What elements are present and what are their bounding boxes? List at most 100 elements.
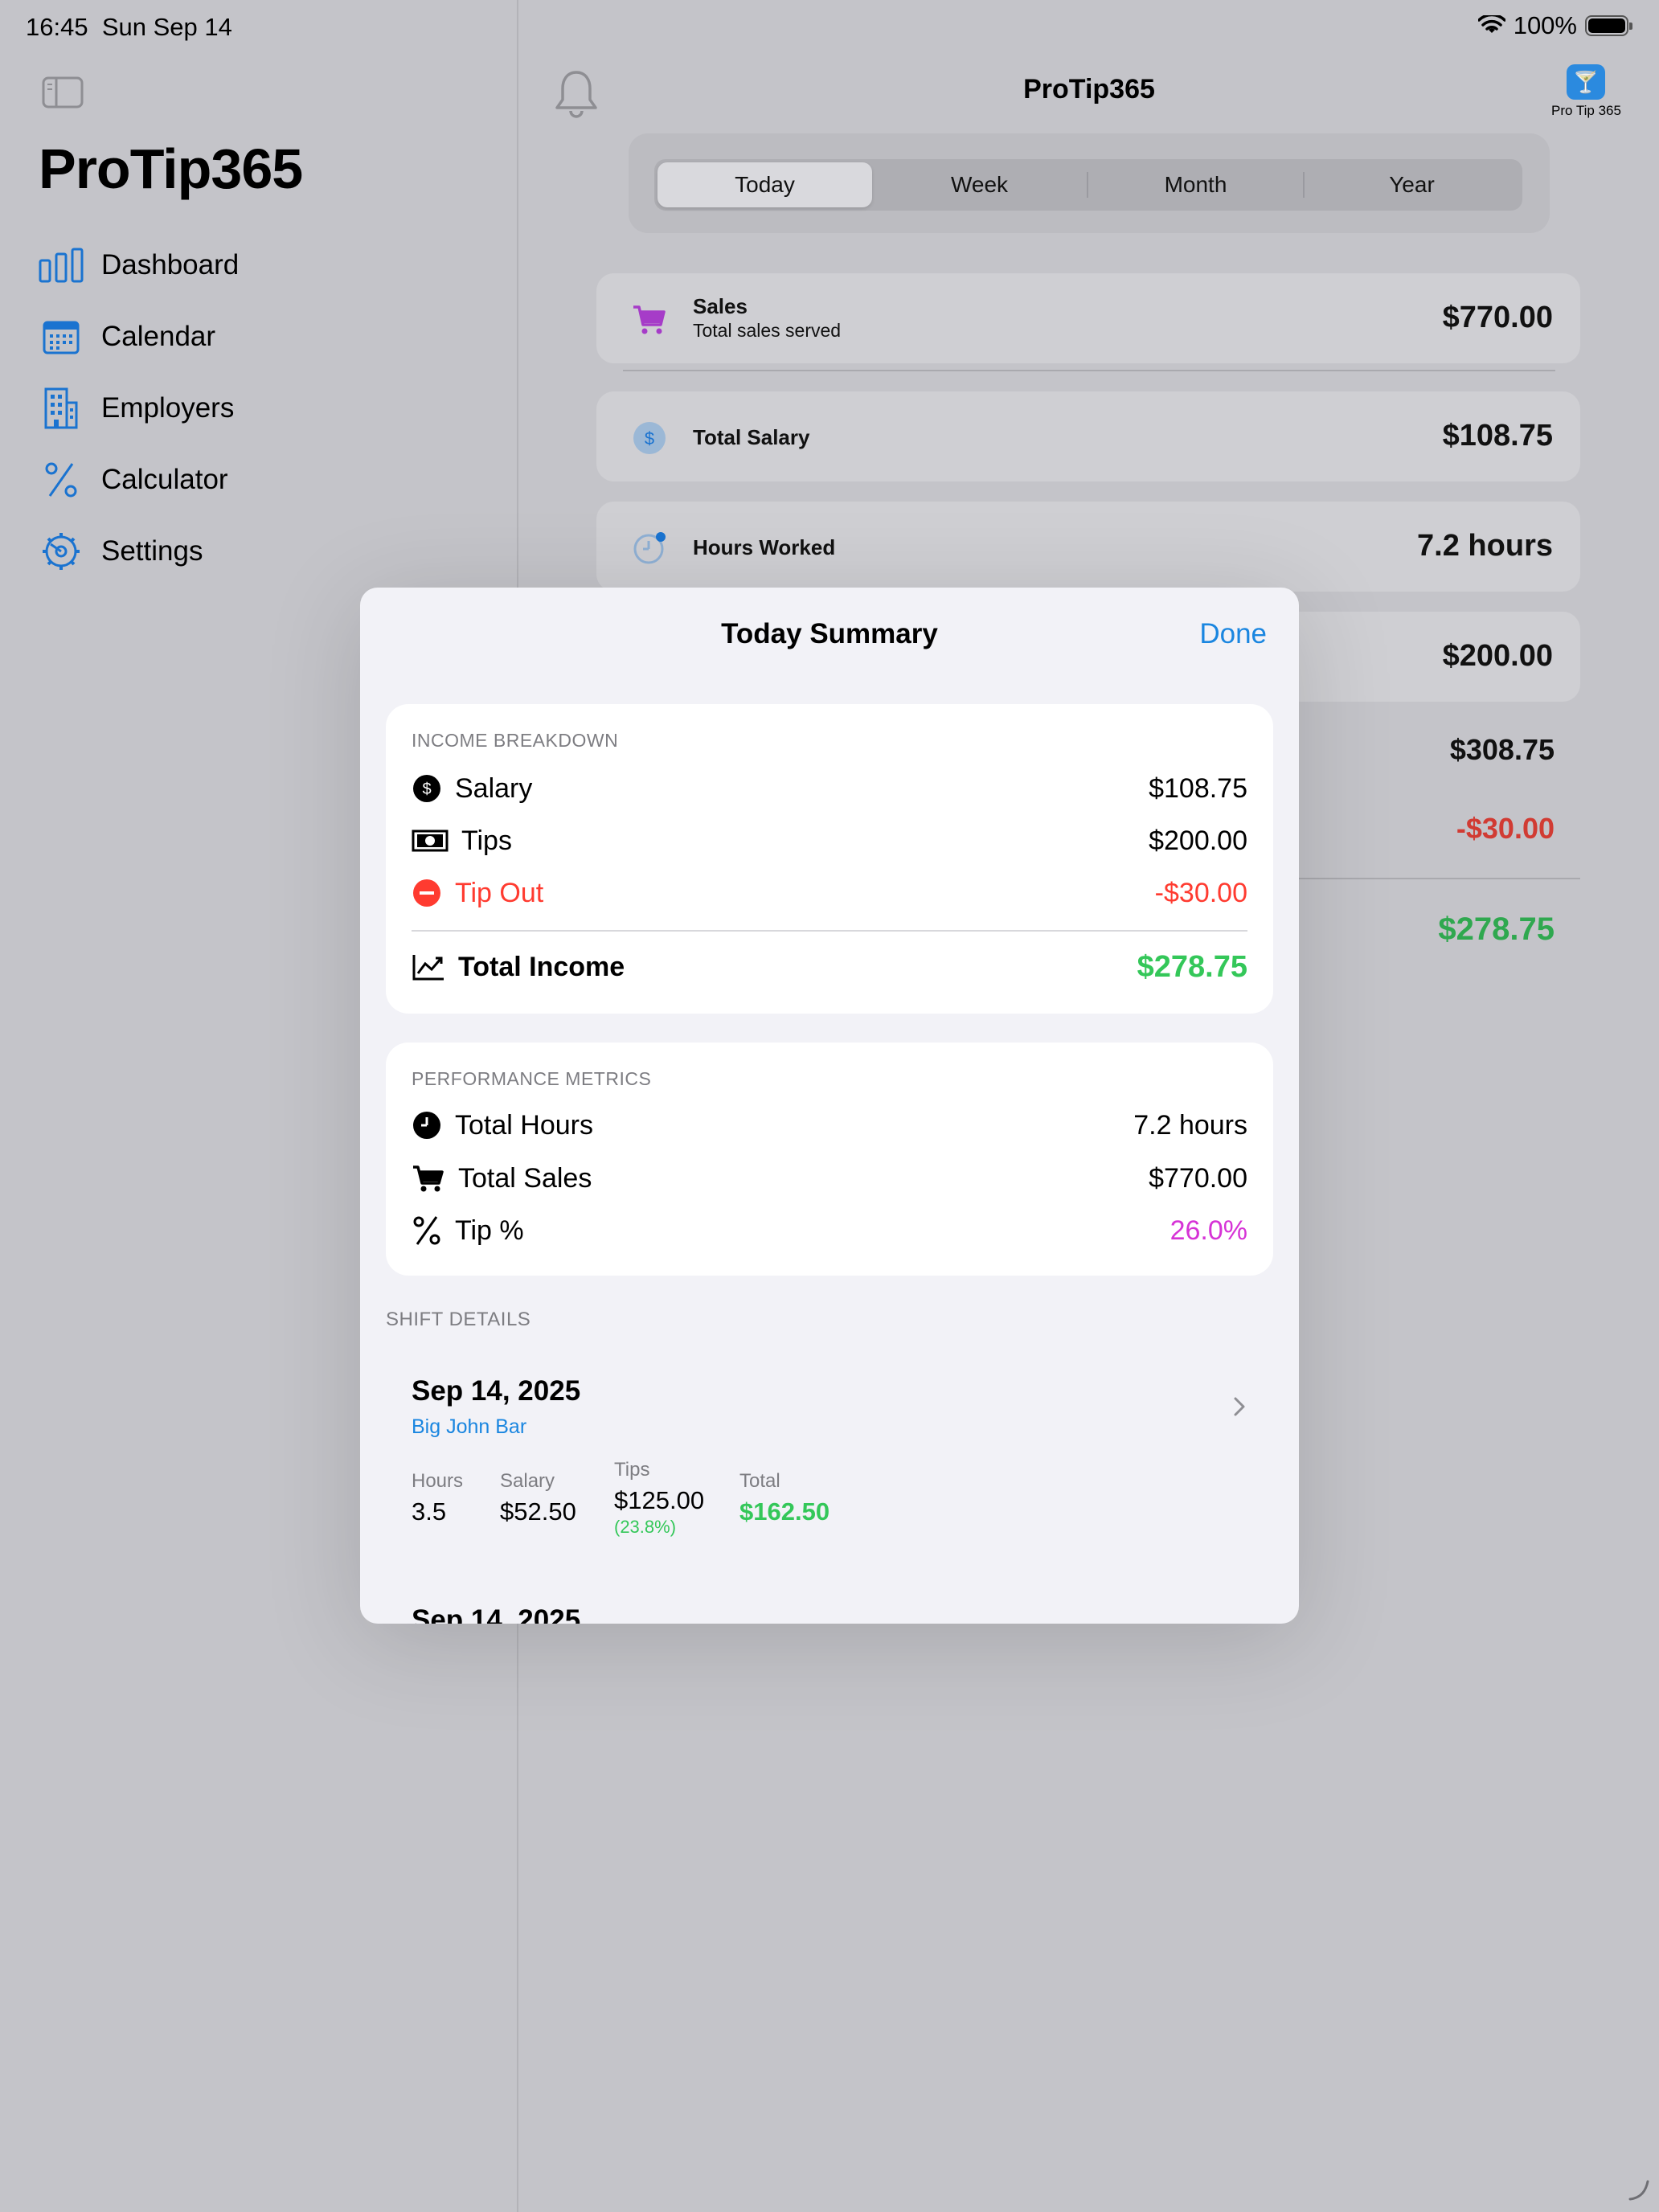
sales-card[interactable]: Sales Total sales served $770.00 (596, 273, 1580, 363)
battery-percent: 100% (1513, 11, 1577, 39)
sidebar-item-settings[interactable]: Settings (39, 515, 239, 587)
shift-salary-stat: Salary $52.50 (500, 1470, 576, 1526)
performance-metrics-section: PERFORMANCE METRICS Total Hours 7.2 hour… (386, 1043, 1273, 1276)
tipout-value: -$30.00 (1154, 877, 1247, 908)
tab-week[interactable]: Week (872, 162, 1087, 207)
total-sales-value: $770.00 (1149, 1162, 1247, 1194)
hours-card[interactable]: Hours Worked 7.2 hours (596, 502, 1580, 592)
chevron-right-icon[interactable] (1231, 1395, 1247, 1419)
building-icon (39, 386, 84, 431)
clock-icon (633, 532, 666, 564)
divider (412, 930, 1247, 932)
salary-label: Total Salary (693, 425, 810, 449)
tips-row: Tips $200.00 (412, 821, 1247, 861)
sidebar-title: ProTip365 (39, 137, 303, 200)
percent-icon (39, 457, 84, 502)
total-income-row: Total Income $278.75 (412, 947, 1247, 987)
shift-total-stat: Total $162.50 (739, 1470, 830, 1526)
net-income-value: $278.75 (1438, 911, 1555, 947)
total-hours-value: 7.2 hours (1133, 1109, 1247, 1141)
salary-card[interactable]: $ Total Salary $108.75 (596, 391, 1580, 481)
shift-hours-stat: Hours 3.5 (412, 1470, 463, 1526)
clock-icon (412, 1110, 442, 1141)
tipout-value: -$30.00 (1456, 812, 1555, 845)
resize-grip-icon[interactable] (1627, 2178, 1651, 2202)
svg-text:$: $ (645, 428, 654, 449)
shift-employer: Big John Bar (412, 1415, 527, 1438)
percent-icon (412, 1215, 442, 1246)
sidebar-nav: Dashboard Calendar Employers Calculator … (39, 229, 239, 587)
page-title: ProTip365 (1023, 74, 1155, 104)
tips-value: $200.00 (1442, 639, 1553, 673)
sidebar-item-label: Settings (101, 535, 203, 567)
stat-value: $125.00 (614, 1486, 705, 1514)
total-income-label: Total Income (458, 951, 625, 982)
total-hours-label: Total Hours (455, 1109, 593, 1141)
cart-icon (633, 305, 666, 334)
hours-label: Hours Worked (693, 535, 836, 559)
today-summary-sheet: Today Summary Done INCOME BREAKDOWN $ Sa… (360, 588, 1299, 1624)
sales-sublabel: Total sales served (693, 320, 842, 341)
cart-icon (412, 1163, 445, 1194)
sidebar-item-employers[interactable]: Employers (39, 372, 239, 444)
tip-percent-value: (23.8%) (614, 1517, 677, 1537)
svg-text:$: $ (422, 780, 431, 798)
total-income-value: $278.75 (1137, 949, 1247, 984)
stat-value: $162.50 (739, 1497, 830, 1526)
tab-year[interactable]: Year (1305, 162, 1519, 207)
done-button[interactable]: Done (1199, 618, 1267, 650)
stat-value: 3.5 (412, 1497, 447, 1526)
tab-today[interactable]: Today (657, 162, 872, 207)
salary-value: $108.75 (1149, 772, 1247, 804)
salary-row: $ Salary $108.75 (412, 768, 1247, 809)
shift-date[interactable]: Sep 14, 2025 (412, 1604, 580, 1624)
battery-icon (1585, 15, 1632, 36)
sidebar-item-calendar[interactable]: Calendar (39, 301, 239, 372)
period-segmented-control: Today Week Month Year (654, 159, 1522, 211)
sidebar-item-label: Dashboard (101, 248, 240, 281)
sidebar-item-label: Employers (101, 391, 235, 424)
tip-percent-row: Tip % 26.0% (412, 1210, 1247, 1251)
stat-label: Hours (412, 1470, 464, 1492)
tab-month[interactable]: Month (1088, 162, 1303, 207)
stat-label: Total (739, 1470, 780, 1492)
total-sales-label: Total Sales (458, 1162, 592, 1194)
sales-value: $770.00 (1442, 301, 1553, 334)
section-header: PERFORMANCE METRICS (412, 1068, 652, 1089)
trend-chart-icon (412, 952, 445, 982)
sidebar-item-calculator[interactable]: Calculator (39, 444, 239, 515)
dollar-circle-icon: $ (412, 773, 442, 804)
cocktail-icon: 🍸 (1567, 64, 1605, 100)
hours-value: 7.2 hours (1417, 529, 1553, 563)
income-breakdown-section: INCOME BREAKDOWN $ Salary $108.75 Tips $… (386, 704, 1273, 1014)
bar-chart-icon (39, 243, 84, 288)
status-indicators: 100% (1477, 11, 1632, 40)
section-header: INCOME BREAKDOWN (412, 730, 619, 751)
sidebar-item-dashboard[interactable]: Dashboard (39, 229, 239, 301)
stat-label: Salary (500, 1470, 555, 1492)
sidebar-item-label: Calculator (101, 463, 228, 495)
salary-value: $108.75 (1442, 419, 1553, 453)
bell-icon[interactable] (553, 69, 600, 119)
total-sales-row: Total Sales $770.00 (412, 1158, 1247, 1198)
tip-percent-label: Tip % (455, 1215, 524, 1246)
dollar-circle-icon: $ (633, 422, 666, 454)
stat-value: $52.50 (500, 1497, 576, 1526)
gear-icon (39, 529, 84, 574)
tips-label: Tips (461, 825, 512, 856)
sidebar-item-label: Calendar (101, 320, 216, 352)
calendar-icon (39, 314, 84, 359)
logo-text: Pro Tip 365 (1551, 103, 1621, 118)
banknote-icon (412, 825, 449, 856)
tips-value: $200.00 (1149, 825, 1247, 856)
divider (1286, 878, 1580, 879)
tip-percent-value: 26.0% (1169, 1215, 1247, 1246)
tipout-row: Tip Out -$30.00 (412, 873, 1247, 913)
section-header: SHIFT DETAILS (386, 1309, 531, 1330)
sidebar-toggle-icon[interactable] (42, 76, 84, 109)
sales-label: Sales (693, 294, 748, 318)
tipout-label: Tip Out (455, 877, 544, 908)
app-logo: 🍸 Pro Tip 365 (1551, 64, 1621, 119)
total-hours-row: Total Hours 7.2 hours (412, 1105, 1247, 1145)
wifi-icon (1477, 15, 1505, 33)
